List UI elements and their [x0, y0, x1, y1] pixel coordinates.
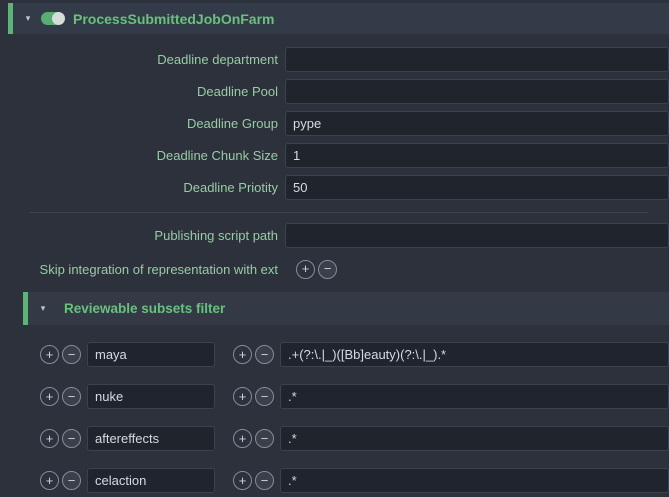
field-label: Deadline department	[0, 52, 278, 67]
filter-rows: + − + − + − + − + − + −	[0, 342, 669, 493]
skip-integration-buttons: + −	[296, 260, 337, 279]
deadline-priority-input[interactable]	[285, 175, 669, 200]
filter-pattern-input[interactable]	[280, 342, 669, 367]
row-buttons: + −	[40, 429, 81, 448]
add-row-button[interactable]: +	[40, 471, 59, 490]
plugin-title: ProcessSubmittedJobOnFarm	[73, 11, 275, 27]
add-row-button[interactable]: +	[40, 429, 59, 448]
pattern-buttons: + −	[233, 471, 274, 490]
field-row-deadline-group: Deadline Group	[0, 111, 669, 136]
filter-pattern-input[interactable]	[280, 426, 669, 451]
add-row-button[interactable]: +	[40, 387, 59, 406]
deadline-chunk-size-input[interactable]	[285, 143, 669, 168]
row-buttons: + −	[40, 471, 81, 490]
filter-key-input[interactable]	[87, 426, 215, 451]
field-label: Deadline Priotity	[0, 180, 278, 195]
skip-integration-row: Skip integration of representation with …	[0, 257, 669, 281]
section-title: Reviewable subsets filter	[64, 301, 225, 316]
field-row-deadline-priority: Deadline Priotity	[0, 175, 669, 200]
plugin-header: ▾ ProcessSubmittedJobOnFarm	[8, 3, 669, 34]
field-label: Deadline Chunk Size	[0, 148, 278, 163]
reviewable-subsets-filter-header: ▾ Reviewable subsets filter	[23, 292, 669, 325]
field-row-deadline-pool: Deadline Pool	[0, 79, 669, 104]
add-pattern-button[interactable]: +	[233, 345, 252, 364]
pattern-buttons: + −	[233, 429, 274, 448]
deadline-department-input[interactable]	[285, 47, 669, 72]
row-buttons: + −	[40, 345, 81, 364]
deadline-settings-form: Deadline department Deadline Pool Deadli…	[0, 47, 669, 281]
remove-pattern-button[interactable]: −	[255, 471, 274, 490]
deadline-pool-input[interactable]	[285, 79, 669, 104]
filter-row-maya: + − + −	[40, 342, 669, 367]
field-label: Publishing script path	[0, 228, 278, 243]
toggle-knob-icon	[52, 12, 65, 25]
filter-key-input[interactable]	[87, 342, 215, 367]
remove-row-button[interactable]: −	[62, 429, 81, 448]
remove-item-button[interactable]: −	[318, 260, 337, 279]
add-pattern-button[interactable]: +	[233, 429, 252, 448]
add-pattern-button[interactable]: +	[233, 387, 252, 406]
filter-row-aftereffects: + − + −	[40, 426, 669, 451]
remove-pattern-button[interactable]: −	[255, 387, 274, 406]
remove-pattern-button[interactable]: −	[255, 429, 274, 448]
field-label: Deadline Group	[0, 116, 278, 131]
filter-key-input[interactable]	[87, 468, 215, 493]
filter-pattern-input[interactable]	[280, 384, 669, 409]
filter-row-celaction: + − + −	[40, 468, 669, 493]
collapse-arrow-icon[interactable]: ▾	[34, 303, 52, 314]
publishing-script-path-input[interactable]	[285, 223, 669, 248]
field-row-deadline-chunk-size: Deadline Chunk Size	[0, 143, 669, 168]
remove-pattern-button[interactable]: −	[255, 345, 274, 364]
add-row-button[interactable]: +	[40, 345, 59, 364]
pattern-buttons: + −	[233, 345, 274, 364]
field-label: Deadline Pool	[0, 84, 278, 99]
section-divider	[29, 212, 648, 213]
pattern-buttons: + −	[233, 387, 274, 406]
collapse-arrow-icon[interactable]: ▾	[19, 13, 37, 24]
remove-row-button[interactable]: −	[62, 471, 81, 490]
skip-integration-label: Skip integration of representation with …	[0, 262, 278, 277]
deadline-group-input[interactable]	[285, 111, 669, 136]
enabled-toggle[interactable]	[41, 12, 64, 25]
remove-row-button[interactable]: −	[62, 345, 81, 364]
field-row-deadline-department: Deadline department	[0, 47, 669, 72]
field-row-publishing-script-path: Publishing script path	[0, 223, 669, 248]
add-item-button[interactable]: +	[296, 260, 315, 279]
filter-key-input[interactable]	[87, 384, 215, 409]
add-pattern-button[interactable]: +	[233, 471, 252, 490]
filter-pattern-input[interactable]	[280, 468, 669, 493]
row-buttons: + −	[40, 387, 81, 406]
filter-row-nuke: + − + −	[40, 384, 669, 409]
remove-row-button[interactable]: −	[62, 387, 81, 406]
